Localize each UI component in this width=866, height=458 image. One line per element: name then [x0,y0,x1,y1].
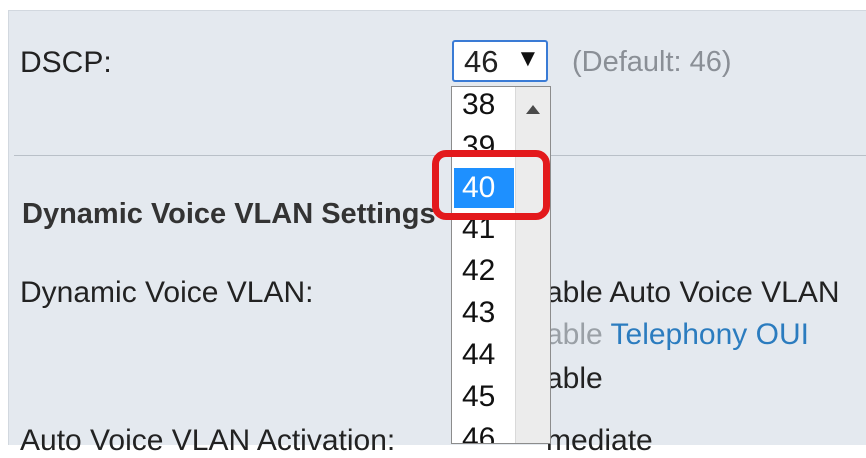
scroll-up-arrow-icon[interactable] [526,105,540,114]
chevron-down-icon: ▼ [516,45,540,72]
dscp-label: DSCP: [20,46,112,79]
dscp-option-46[interactable]: 46 [452,418,518,443]
dynamic-voice-vlan-label: Dynamic Voice VLAN: [20,276,314,309]
telephony-oui-link[interactable]: Telephony OUI [611,318,809,351]
auto-voice-activation-label: Auto Voice VLAN Activation: [20,424,396,457]
dscp-option-38[interactable]: 38 [452,87,518,126]
auto-voice-activation-value[interactable]: mediate [546,424,653,458]
dscp-selected-value: 46 [464,44,499,79]
dscp-default-note: (Default: 46) [572,46,732,78]
telephony-prefix: able [546,318,611,351]
section-title-dynamic-voice-vlan: Dynamic Voice VLAN Settings [22,198,436,230]
radio-telephony-oui-label[interactable]: able Telephony OUI [546,318,809,352]
highlight-ring [432,150,550,220]
dscp-option-44[interactable]: 44 [452,334,518,376]
dscp-dropdown-list[interactable]: 38 39 40 41 42 43 44 45 46 [451,86,551,444]
dscp-option-43[interactable]: 43 [452,292,518,334]
radio-auto-voice-vlan-label[interactable]: able Auto Voice VLAN [546,276,840,310]
dscp-option-42[interactable]: 42 [452,250,518,292]
radio-disable-label[interactable]: able [546,362,603,396]
dscp-select[interactable]: 46 ▼ [452,40,548,82]
dscp-option-list: 38 39 40 41 42 43 44 45 46 [452,87,518,443]
dscp-option-45[interactable]: 45 [452,376,518,418]
dropdown-scrollbar[interactable] [515,87,550,443]
